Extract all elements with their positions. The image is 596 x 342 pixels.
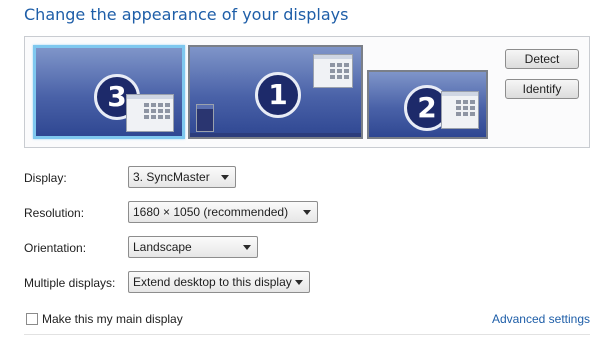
multiple-displays-select-value: Extend desktop to this display <box>133 275 292 289</box>
orientation-label: Orientation: <box>24 241 87 255</box>
main-display-label[interactable]: Make this my main display <box>42 312 183 326</box>
window-thumbnail-icon <box>126 94 174 132</box>
multiple-displays-select[interactable]: Extend desktop to this display <box>128 271 310 293</box>
orientation-select-value: Landscape <box>133 240 192 254</box>
multiple-displays-label: Multiple displays: <box>24 276 116 290</box>
orientation-select[interactable]: Landscape <box>128 236 258 258</box>
display-arrangement-panel: 3 1 2 Detect Identify <box>24 36 590 148</box>
advanced-settings-link[interactable]: Advanced settings <box>492 312 590 326</box>
main-display-checkbox[interactable] <box>26 313 38 325</box>
identify-button[interactable]: Identify <box>505 79 579 99</box>
display-label: Display: <box>24 171 67 185</box>
chevron-down-icon <box>295 280 303 285</box>
resolution-label: Resolution: <box>24 206 85 220</box>
display-select[interactable]: 3. SyncMaster <box>128 166 236 188</box>
monitor-1[interactable]: 1 <box>188 45 363 139</box>
sidebar-gadget-icon <box>196 104 214 132</box>
resolution-select-value: 1680 × 1050 (recommended) <box>133 205 289 219</box>
monitor-2[interactable]: 2 <box>367 70 488 139</box>
chevron-down-icon <box>303 210 311 215</box>
window-thumbnail-icon <box>313 54 353 88</box>
monitor-number-badge: 1 <box>255 72 301 118</box>
chevron-down-icon <box>243 245 251 250</box>
resolution-select[interactable]: 1680 × 1050 (recommended) <box>128 201 318 223</box>
monitor-3[interactable]: 3 <box>33 45 185 139</box>
divider <box>24 334 590 335</box>
chevron-down-icon <box>221 175 229 180</box>
taskbar <box>190 133 361 137</box>
page-title: Change the appearance of your displays <box>24 5 349 24</box>
window-thumbnail-icon <box>441 91 479 129</box>
detect-button[interactable]: Detect <box>505 49 579 69</box>
display-select-value: 3. SyncMaster <box>133 170 210 184</box>
